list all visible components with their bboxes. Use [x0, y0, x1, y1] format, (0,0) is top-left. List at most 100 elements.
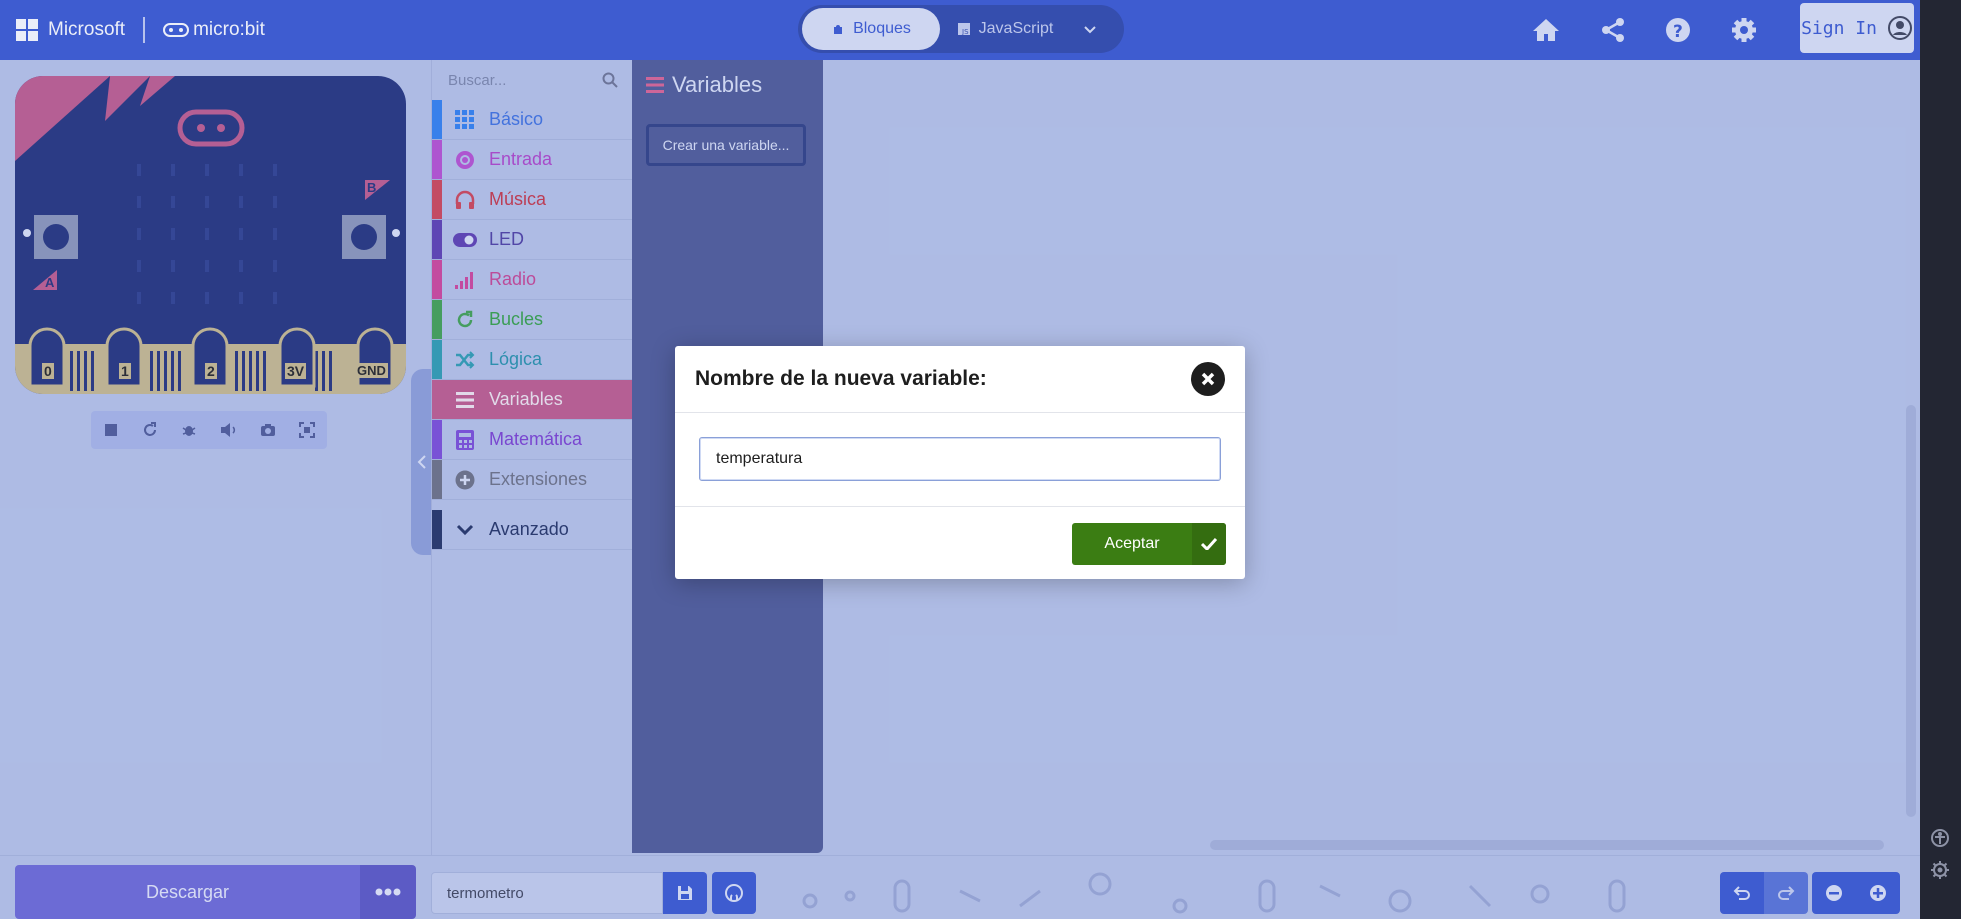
chevron-down-icon	[447, 524, 483, 536]
category-extensiones[interactable]: Extensiones	[432, 460, 632, 500]
project-name-input[interactable]: termometro	[431, 872, 663, 914]
category-logica[interactable]: Lógica	[432, 340, 632, 380]
more-options-button[interactable]	[360, 865, 416, 919]
pin-label: 2	[205, 363, 217, 379]
toolbox-search[interactable]: Buscar...	[432, 60, 632, 100]
checkmark-icon	[1192, 523, 1226, 565]
settings-gear-icon[interactable]	[1726, 12, 1762, 48]
puzzle-icon	[834, 25, 843, 34]
editor-menu-chevron-icon[interactable]	[1070, 8, 1110, 50]
simulator-controls	[91, 411, 327, 449]
redo-icon	[1778, 886, 1795, 900]
search-input[interactable]: Buscar...	[448, 72, 506, 89]
category-label: Variables	[489, 389, 563, 409]
category-bucles[interactable]: Bucles	[432, 300, 632, 340]
category-label: Avanzado	[489, 519, 569, 539]
new-variable-dialog: Nombre de la nueva variable: Aceptar	[675, 346, 1245, 579]
top-header: Microsoft micro:bit Bloques JS JavaScrip…	[0, 0, 1920, 60]
flyout-title: Variables	[646, 72, 762, 98]
accept-button[interactable]: Aceptar	[1072, 523, 1226, 565]
category-matematica[interactable]: Matemática	[432, 420, 632, 460]
dialog-footer: Aceptar	[675, 507, 1245, 578]
tab-blocks[interactable]: Bloques	[802, 8, 940, 50]
microbit-simulator[interactable]: 0 1 2 3V GND A B	[15, 76, 406, 394]
workspace-vertical-scrollbar[interactable]	[1906, 405, 1916, 817]
home-icon[interactable]	[1528, 12, 1564, 48]
target-icon	[447, 150, 483, 170]
plus-circle-icon	[447, 470, 483, 490]
user-account-icon	[1887, 16, 1912, 40]
dialog-title: Nombre de la nueva variable:	[695, 367, 987, 390]
stop-icon[interactable]	[94, 415, 128, 445]
close-dialog-button[interactable]	[1191, 362, 1225, 396]
signal-icon	[447, 271, 483, 289]
category-avanzado[interactable]: Avanzado	[432, 510, 632, 550]
download-button[interactable]: Descargar	[15, 865, 360, 919]
category-label: Extensiones	[489, 469, 588, 489]
restart-icon[interactable]	[133, 415, 167, 445]
tab-blocks-label: Bloques	[853, 20, 911, 37]
microsoft-label: Microsoft	[48, 19, 126, 40]
variable-name-input[interactable]	[699, 437, 1221, 481]
sign-in-button[interactable]: Sign In	[1800, 3, 1914, 53]
collapse-simulator-handle[interactable]	[411, 369, 433, 555]
browser-side-strip	[1920, 0, 1961, 919]
settings-gear-icon[interactable]	[1928, 858, 1952, 882]
category-musica[interactable]: Música	[432, 180, 632, 220]
undo-button[interactable]	[1720, 872, 1764, 914]
mute-icon[interactable]	[212, 415, 246, 445]
chevron-left-icon	[417, 455, 426, 469]
zoom-in-button[interactable]	[1856, 872, 1900, 914]
category-variables[interactable]: Variables	[432, 380, 632, 420]
list-icon	[447, 391, 483, 408]
redo-button[interactable]	[1764, 872, 1808, 914]
create-variable-button[interactable]: Crear una variable...	[646, 124, 806, 166]
search-icon	[602, 72, 618, 88]
zoom-in-icon	[1870, 885, 1886, 901]
category-label: Radio	[489, 269, 537, 289]
toolbox-spacer	[432, 500, 632, 510]
category-label: LED	[489, 229, 525, 249]
help-icon[interactable]: ?	[1660, 12, 1696, 48]
undo-icon	[1733, 886, 1750, 900]
category-entrada[interactable]: Entrada	[432, 140, 632, 180]
headphones-icon	[447, 190, 483, 210]
accept-button-label: Aceptar	[1104, 535, 1160, 552]
category-basico[interactable]: Básico	[432, 100, 632, 140]
brand-divider	[143, 17, 146, 43]
microbit-logo: micro:bit	[163, 19, 265, 41]
calculator-icon	[447, 429, 483, 450]
screenshot-icon[interactable]	[251, 415, 285, 445]
fullscreen-icon[interactable]	[290, 415, 324, 445]
category-radio[interactable]: Radio	[432, 260, 632, 300]
category-label: Lógica	[489, 349, 543, 369]
toolbox: Buscar... Básico Entrada Música LED Radi…	[431, 60, 632, 855]
accessibility-icon[interactable]	[1928, 826, 1952, 850]
microbit-label: micro:bit	[193, 19, 265, 40]
debug-icon[interactable]	[172, 415, 206, 445]
workspace-horizontal-scrollbar[interactable]	[1210, 840, 1884, 850]
pin-label: GND	[355, 363, 388, 378]
share-icon[interactable]	[1595, 12, 1631, 48]
microbit-board-drawing	[15, 76, 406, 394]
pin-label: 0	[42, 363, 54, 379]
svg-text:?: ?	[1673, 22, 1683, 42]
list-icon	[646, 77, 664, 93]
brand[interactable]: Microsoft micro:bit	[16, 17, 265, 43]
button-a-label: A	[45, 275, 55, 290]
zoom-out-button[interactable]	[1812, 872, 1856, 914]
close-icon	[1201, 372, 1215, 386]
github-button[interactable]	[712, 872, 756, 914]
save-button[interactable]	[663, 872, 707, 914]
category-label: Básico	[489, 109, 544, 129]
save-disk-icon	[678, 886, 692, 900]
sign-in-label: Sign In	[1801, 17, 1877, 39]
category-label: Música	[489, 189, 547, 209]
svg-text:JS: JS	[961, 28, 969, 36]
pin-label: 3V	[285, 363, 307, 379]
decorative-background-pattern	[802, 872, 1626, 914]
dialog-body	[675, 413, 1245, 507]
category-led[interactable]: LED	[432, 220, 632, 260]
category-label: Bucles	[489, 309, 544, 329]
tab-javascript[interactable]: JS JavaScript	[940, 8, 1070, 50]
